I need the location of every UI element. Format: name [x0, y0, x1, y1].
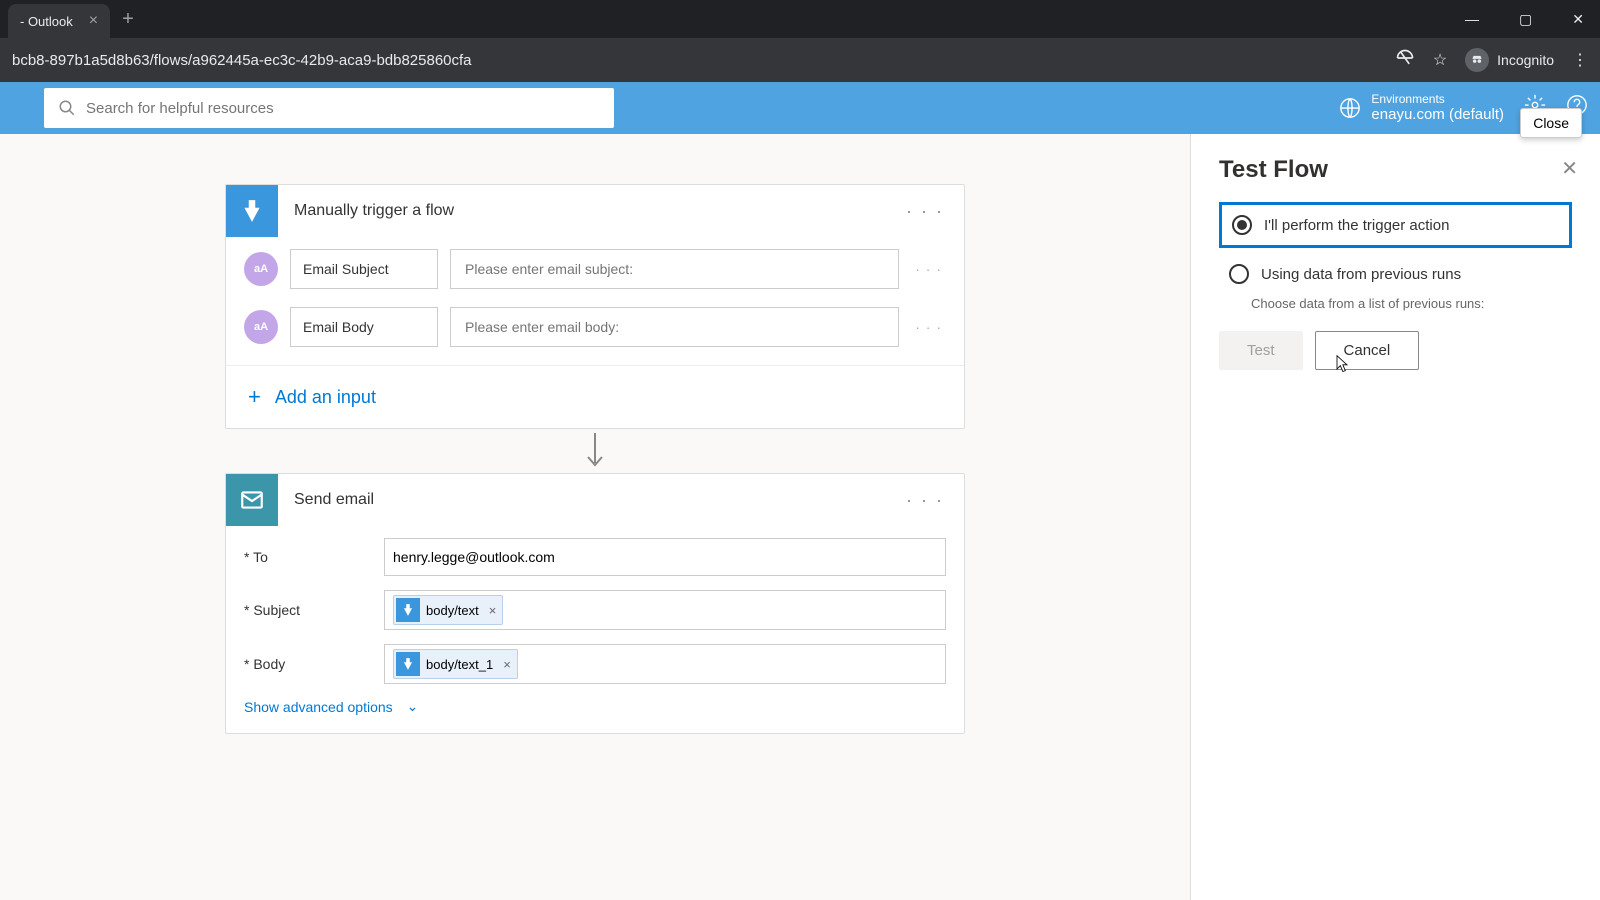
radio-previous-runs[interactable]: Using data from previous runs — [1219, 254, 1572, 294]
input-label[interactable]: Email Body — [290, 307, 438, 347]
trigger-icon — [226, 185, 278, 237]
incognito-label: Incognito — [1497, 52, 1554, 68]
incognito-icon — [1465, 48, 1489, 72]
tab-title: - Outlook — [20, 14, 73, 29]
input-more-icon[interactable]: · · · — [911, 319, 946, 335]
close-tooltip: Close — [1520, 108, 1582, 138]
subject-token[interactable]: body/text × — [393, 595, 503, 625]
app-header: Environments enayu.com (default) — [0, 82, 1600, 134]
panel-title: Test Flow — [1219, 156, 1572, 184]
input-more-icon[interactable]: · · · — [911, 261, 946, 277]
search-box[interactable] — [44, 88, 614, 128]
close-panel-icon[interactable]: ✕ — [1561, 156, 1578, 181]
input-field-subject[interactable] — [450, 249, 899, 289]
chevron-down-icon: ⌄ — [407, 698, 419, 715]
trigger-input-row: aA Email Body · · · — [244, 307, 946, 347]
url-text[interactable]: bcb8-897b1a5d8b63/flows/a962445a-ec3c-42… — [12, 52, 472, 69]
minimize-icon[interactable]: — — [1457, 7, 1487, 32]
radio-icon — [1232, 215, 1252, 235]
body-token[interactable]: body/text_1 × — [393, 649, 518, 679]
add-input-button[interactable]: + Add an input — [226, 365, 964, 428]
flow-canvas: Manually trigger a flow · · · aA Email S… — [0, 134, 1190, 900]
token-text: body/text — [426, 603, 479, 618]
radio-perform-trigger[interactable]: I'll perform the trigger action — [1219, 202, 1572, 248]
incognito-badge: Incognito — [1465, 48, 1554, 72]
trigger-card: Manually trigger a flow · · · aA Email S… — [225, 184, 965, 429]
trigger-input-row: aA Email Subject · · · — [244, 249, 946, 289]
globe-icon — [1339, 97, 1361, 119]
radio-icon — [1229, 264, 1249, 284]
add-input-label: Add an input — [275, 387, 376, 408]
window-controls: — ▢ ✕ — [1457, 7, 1592, 32]
token-flow-icon — [396, 652, 420, 676]
cancel-button[interactable]: Cancel — [1315, 331, 1420, 370]
input-field-body[interactable] — [450, 307, 899, 347]
to-label: * To — [244, 549, 384, 565]
test-button[interactable]: Test — [1219, 331, 1303, 370]
new-tab-button[interactable]: + — [122, 8, 134, 31]
body-field[interactable]: body/text_1 × — [384, 644, 946, 684]
search-input[interactable] — [86, 100, 600, 117]
to-field[interactable] — [384, 538, 946, 576]
plus-icon: + — [248, 384, 261, 410]
token-text: body/text_1 — [426, 657, 493, 672]
radio-label: I'll perform the trigger action — [1264, 217, 1449, 234]
text-type-icon: aA — [244, 310, 278, 344]
email-title: Send email — [294, 491, 886, 509]
bookmark-star-icon[interactable]: ☆ — [1433, 50, 1447, 70]
env-label: Environments — [1371, 92, 1504, 106]
subject-label: * Subject — [244, 602, 384, 618]
extension-icon[interactable] — [1395, 48, 1415, 73]
browser-tab-strip: - Outlook × + — ▢ ✕ — [0, 0, 1600, 38]
to-input[interactable] — [393, 549, 937, 565]
test-flow-panel: ✕ Test Flow I'll perform the trigger act… — [1190, 134, 1600, 900]
close-window-icon[interactable]: ✕ — [1564, 7, 1592, 32]
browser-url-bar: bcb8-897b1a5d8b63/flows/a962445a-ec3c-42… — [0, 38, 1600, 82]
search-icon — [58, 99, 76, 117]
env-name: enayu.com (default) — [1371, 106, 1504, 124]
email-icon — [226, 474, 278, 526]
text-type-icon: aA — [244, 252, 278, 286]
radio-sublabel: Choose data from a list of previous runs… — [1251, 296, 1572, 311]
subject-field[interactable]: body/text × — [384, 590, 946, 630]
trigger-more-icon[interactable]: · · · — [886, 201, 964, 222]
trigger-title: Manually trigger a flow — [294, 202, 886, 220]
close-tab-icon[interactable]: × — [89, 12, 98, 30]
email-more-icon[interactable]: · · · — [886, 490, 964, 511]
show-advanced-label: Show advanced options — [244, 699, 393, 715]
environment-selector[interactable]: Environments enayu.com (default) — [1339, 92, 1504, 124]
radio-label: Using data from previous runs — [1261, 266, 1461, 283]
token-remove-icon[interactable]: × — [503, 657, 511, 672]
show-advanced-toggle[interactable]: Show advanced options ⌄ — [244, 698, 946, 715]
body-label: * Body — [244, 656, 384, 672]
token-remove-icon[interactable]: × — [489, 603, 497, 618]
flow-connector-arrow-icon — [583, 429, 607, 473]
token-flow-icon — [396, 598, 420, 622]
input-label[interactable]: Email Subject — [290, 249, 438, 289]
browser-tab[interactable]: - Outlook × — [8, 4, 110, 38]
browser-menu-icon[interactable]: ⋮ — [1572, 50, 1588, 70]
email-card: Send email · · · * To * Subject body/tex… — [225, 473, 965, 734]
maximize-icon[interactable]: ▢ — [1511, 7, 1540, 32]
